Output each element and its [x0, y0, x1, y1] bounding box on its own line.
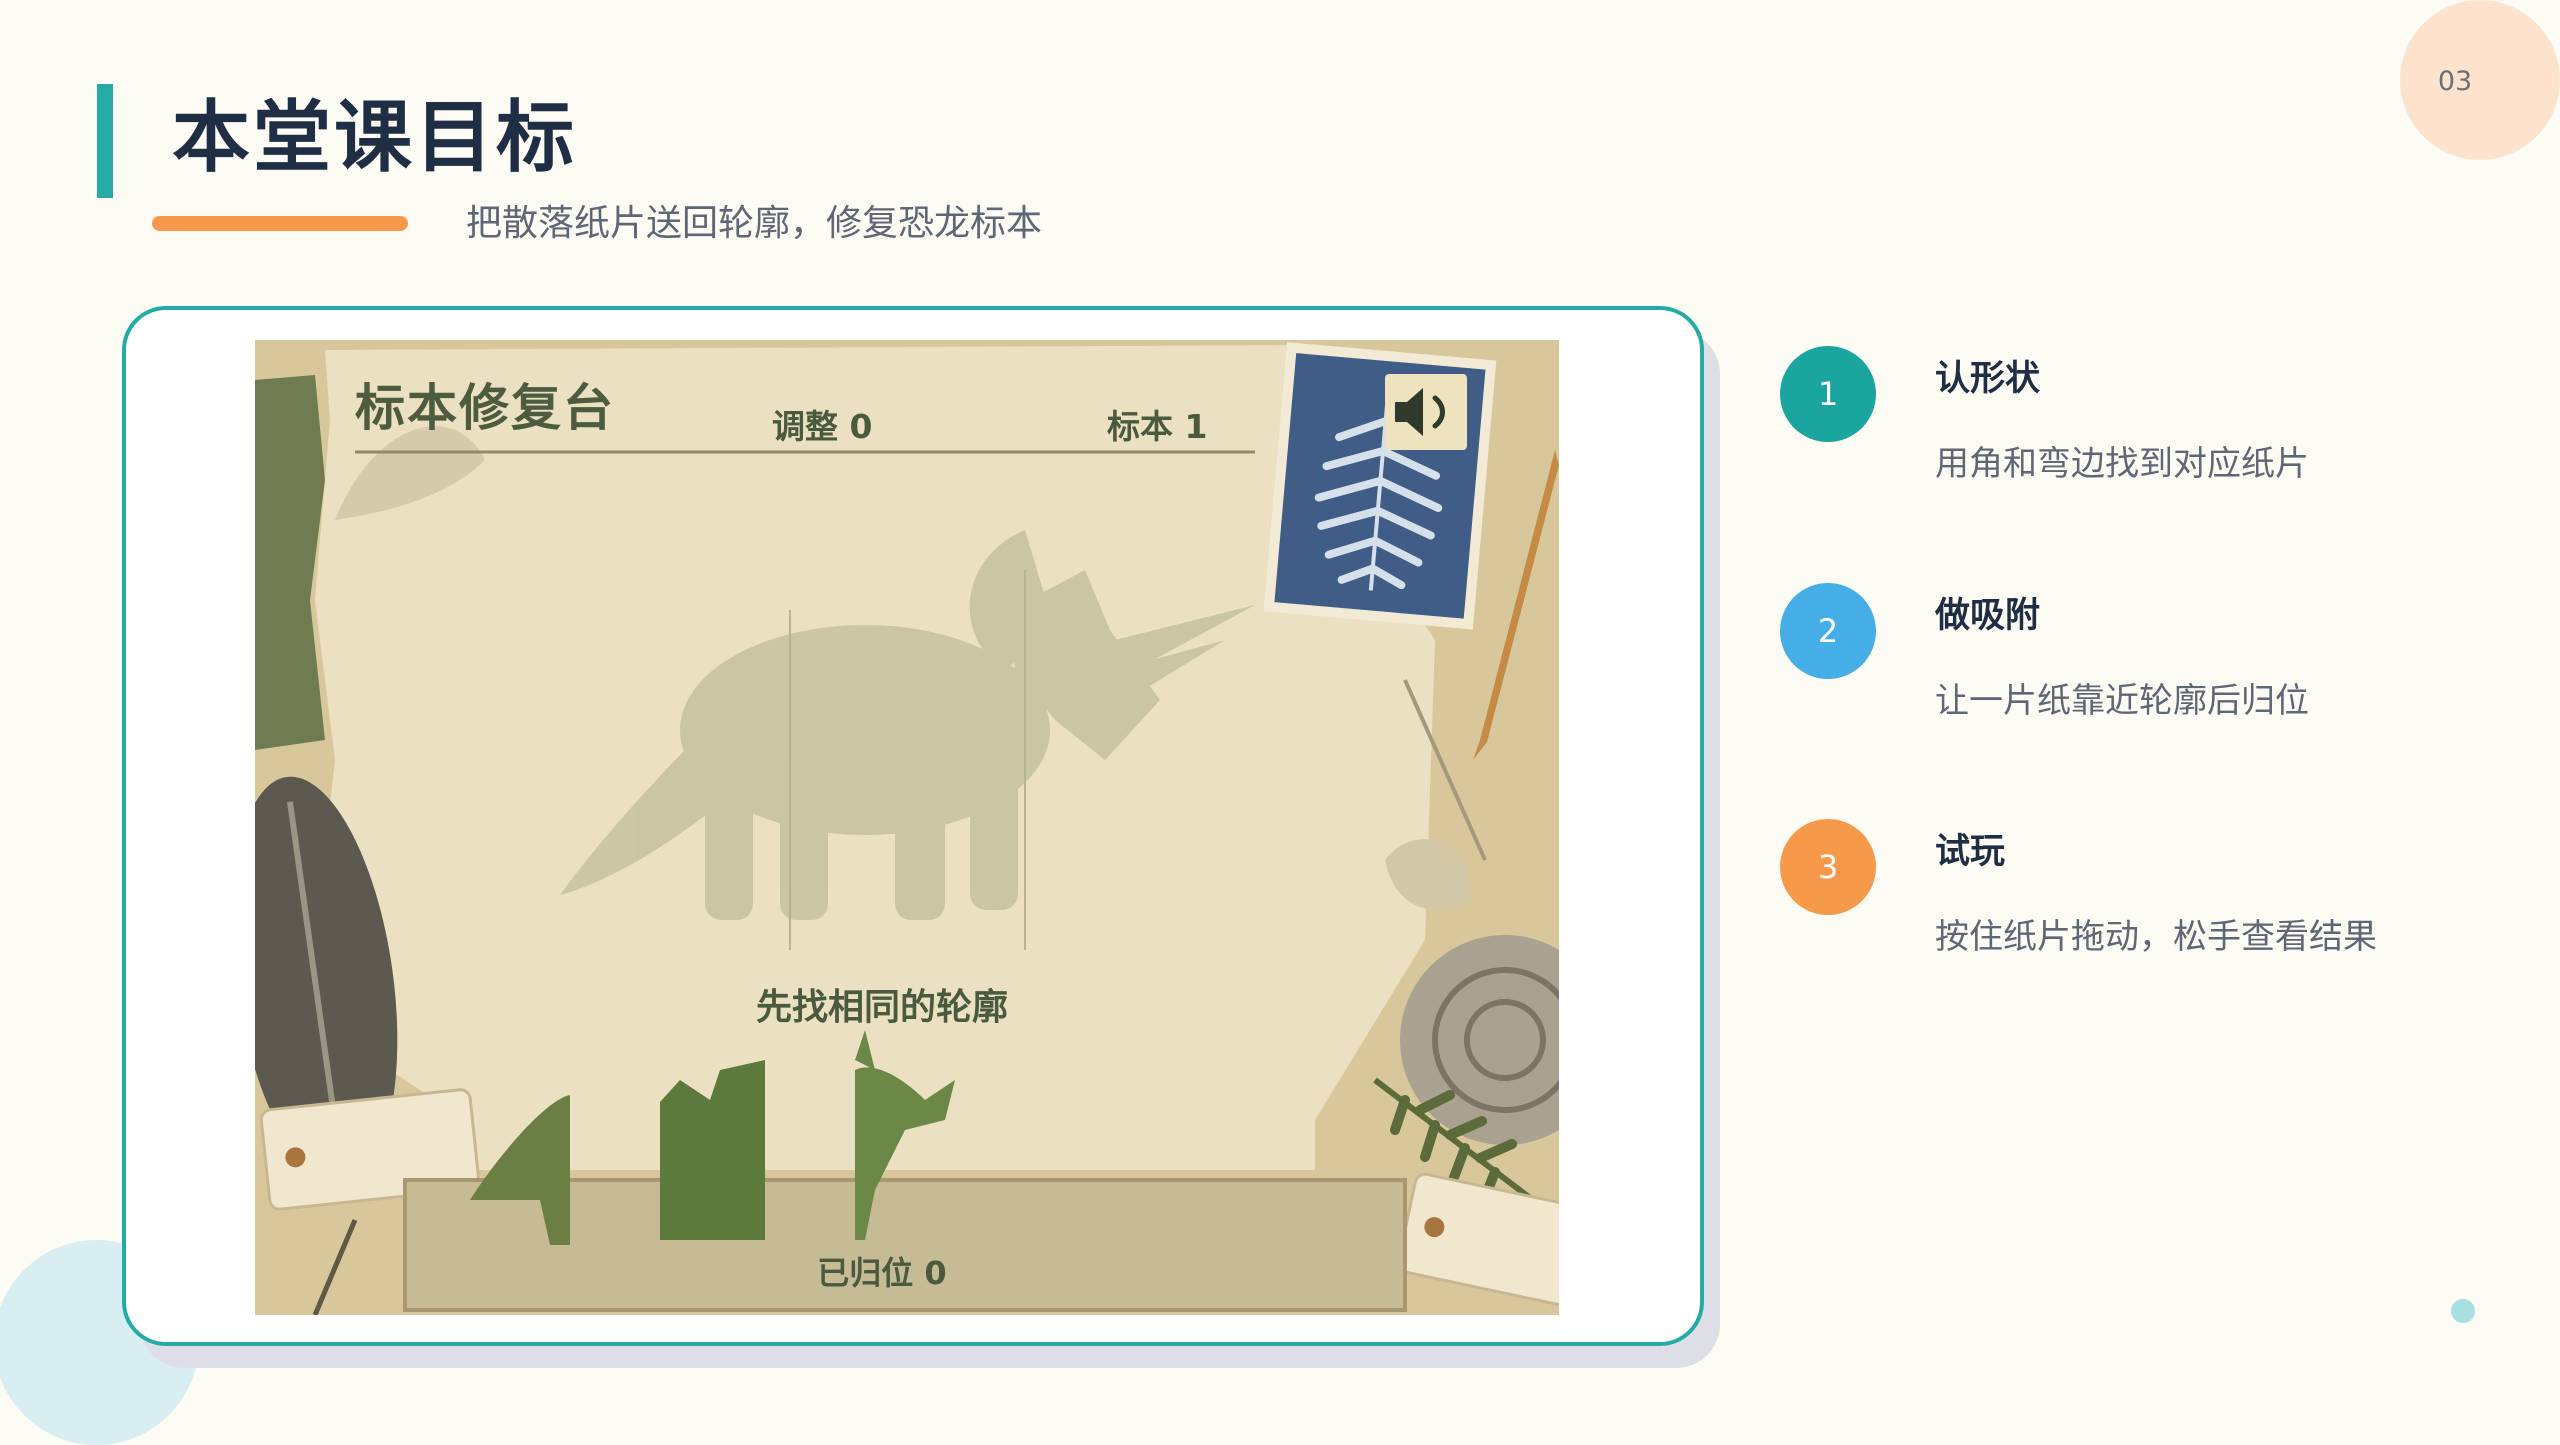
specimen-counter: 标本 1: [1107, 407, 1208, 446]
step-description: 用角和弯边找到对应纸片: [1935, 444, 2309, 484]
page-title: 本堂课目标: [172, 93, 578, 183]
step-number-badge: 1: [1780, 346, 1876, 442]
game-artwork: [255, 340, 1559, 1315]
step-title: 做吸附: [1935, 596, 2041, 636]
step-title: 认形状: [1935, 359, 2041, 399]
title-underline: [152, 216, 408, 231]
decor-dot: [2451, 1299, 2475, 1323]
step-number-badge: 3: [1780, 819, 1876, 915]
page-subtitle: 把散落纸片送回轮廓，修复恐龙标本: [466, 203, 1043, 244]
speaker-icon: [1395, 388, 1445, 436]
placed-counter: 已归位 0: [817, 1254, 947, 1292]
page-number: 03: [2437, 66, 2473, 97]
step-description: 按住纸片拖动，松手查看结果: [1935, 917, 2377, 957]
step-description: 让一片纸靠近轮廓后归位: [1935, 681, 2309, 721]
step-title: 试玩: [1935, 832, 2006, 872]
hint-text: 先找相同的轮廓: [755, 987, 1008, 1028]
adjust-counter: 调整 0: [772, 407, 873, 446]
sound-button[interactable]: [1385, 374, 1467, 450]
title-accent-bar: [97, 84, 113, 198]
game-screenshot: 标本修复台 调整 0 标本 1 先找相同的轮廓 已归位 0: [255, 340, 1559, 1315]
game-title: 标本修复台: [355, 379, 615, 437]
step-number-badge: 2: [1780, 583, 1876, 679]
